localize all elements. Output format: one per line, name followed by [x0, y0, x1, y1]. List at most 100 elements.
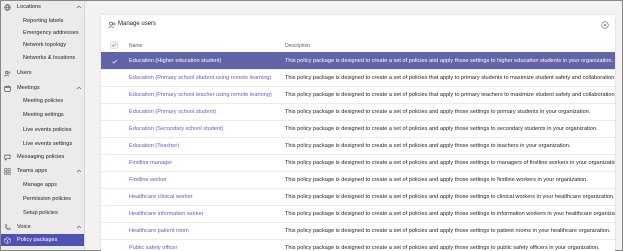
- users-icon: [108, 21, 116, 29]
- sidebar-item-emergency-addresses[interactable]: Emergency addresses: [1, 27, 84, 39]
- sidebar-item-reporting-labels[interactable]: Reporting labels: [1, 15, 84, 27]
- table-row[interactable]: Education (Higher education student) This…: [101, 52, 615, 69]
- chevron-up-icon[interactable]: [76, 4, 82, 10]
- row-checkbox[interactable]: [111, 126, 118, 133]
- table-row[interactable]: Education (Primary school teacher using …: [101, 86, 615, 103]
- package-name-link[interactable]: Healthcare patient room: [129, 228, 189, 234]
- sidebar-item-label: Teams apps: [17, 168, 48, 174]
- sidebar-item-locations[interactable]: Locations: [1, 1, 84, 13]
- close-icon[interactable]: [601, 21, 609, 29]
- table-header: Name Description: [101, 40, 615, 52]
- sidebar-item-label: Live events settings: [23, 141, 73, 147]
- sidebar-item-meeting-settings[interactable]: Meeting settings: [1, 109, 84, 121]
- sidebar-item-meetings[interactable]: Meetings: [1, 82, 84, 94]
- column-header-name[interactable]: Name: [129, 43, 142, 49]
- table-row[interactable]: Public safety officer This policy package…: [101, 239, 615, 251]
- sidebar-item-label: Reporting labels: [23, 18, 64, 24]
- sidebar-item-users[interactable]: Users: [1, 67, 84, 79]
- chat-icon: [4, 154, 11, 161]
- table-row[interactable]: Healthcare information worker This policy…: [101, 205, 615, 222]
- table-row[interactable]: Education (Secondary school student) This…: [101, 120, 615, 137]
- package-description: This policy package is designed to creat…: [285, 177, 588, 183]
- users-icon: [4, 70, 11, 77]
- scrollbar[interactable]: [611, 52, 614, 251]
- apps-icon: [4, 167, 11, 175]
- sidebar-item-policy-packages[interactable]: Policy packages: [1, 234, 84, 246]
- sidebar-item-label: Meeting policies: [23, 98, 64, 104]
- sidebar-item-live-events-settings[interactable]: Live events settings: [1, 138, 84, 150]
- calendar-icon: [4, 85, 11, 92]
- row-checkbox[interactable]: [111, 245, 118, 251]
- row-checkbox-checked[interactable]: [111, 58, 118, 65]
- panel-title: Manage users: [118, 21, 157, 27]
- sidebar-item-live-events-policies[interactable]: Live events policies: [1, 124, 84, 136]
- package-name-link[interactable]: Public safety officer: [129, 245, 177, 251]
- package-name-link[interactable]: Healthcare clinical worker: [129, 194, 193, 200]
- table-row[interactable]: Healthcare patient room This policy packa…: [101, 222, 615, 239]
- sidebar-item-label: Live events policies: [23, 127, 72, 133]
- package-name-link[interactable]: Healthcare information worker: [129, 211, 204, 217]
- sidebar-item-network-topology[interactable]: Network topology: [1, 39, 84, 51]
- package-name-link[interactable]: Education (Higher education student): [129, 58, 221, 64]
- column-header-description[interactable]: Description: [285, 43, 310, 49]
- row-checkbox[interactable]: [111, 211, 118, 218]
- globe-icon: [4, 3, 11, 11]
- package-description: This policy package is designed to creat…: [285, 58, 614, 64]
- left-navigation: Locations Reporting labels Emergency addre…: [1, 1, 85, 250]
- sidebar-item-label: Messaging policies: [17, 154, 65, 160]
- sidebar-item-meeting-policies[interactable]: Meeting policies: [1, 95, 84, 107]
- table-row[interactable]: Firstline manager This policy package is …: [101, 154, 615, 171]
- sidebar-item-label: Policy packages: [17, 237, 58, 243]
- row-checkbox[interactable]: [111, 75, 118, 82]
- package-description: This policy package is designed to creat…: [285, 109, 591, 115]
- package-name-link[interactable]: Education (Secondary school student): [129, 126, 224, 132]
- package-description: This policy package is designed to creat…: [285, 143, 571, 149]
- sidebar-item-label: Network topology: [23, 42, 67, 48]
- sidebar-item-manage-apps[interactable]: Manage apps: [1, 179, 84, 191]
- sidebar-item-label: Meetings: [17, 85, 40, 91]
- package-icon: [4, 236, 11, 244]
- sidebar-item-voice[interactable]: Voice: [1, 221, 84, 233]
- table-row[interactable]: Firstline worker This policy package is d…: [101, 171, 615, 188]
- sidebar-item-label: Permission policies: [23, 196, 71, 202]
- table-row[interactable]: Education (Primary school student using …: [101, 69, 615, 86]
- package-name-link[interactable]: Education (Primary school teacher using …: [129, 92, 272, 98]
- row-checkbox[interactable]: [111, 143, 118, 150]
- package-description: This policy package is designed to creat…: [285, 228, 611, 234]
- sidebar-item-label: Manage apps: [23, 182, 57, 188]
- sidebar-item-label: Networks & locations: [23, 55, 76, 61]
- row-checkbox[interactable]: [111, 109, 118, 116]
- row-checkbox[interactable]: [111, 228, 118, 235]
- package-name-link[interactable]: Firstline worker: [129, 177, 167, 183]
- package-name-link[interactable]: Firstline manager: [129, 160, 172, 166]
- sidebar-item-networks-locations[interactable]: Networks & locations: [1, 52, 84, 64]
- sidebar-item-label: Voice: [17, 224, 31, 230]
- table-row[interactable]: Education (Primary school student) This p…: [101, 103, 615, 120]
- package-description: This policy package is designed to creat…: [285, 126, 598, 132]
- package-description: This policy package is designed to creat…: [285, 75, 615, 81]
- sidebar-item-permission-policies[interactable]: Permission policies: [1, 193, 84, 205]
- chevron-up-icon[interactable]: [76, 168, 82, 174]
- row-checkbox[interactable]: [111, 177, 118, 184]
- sidebar-item-messaging-policies[interactable]: Messaging policies: [1, 151, 84, 163]
- sidebar-item-label: Setup policies: [23, 210, 58, 216]
- row-checkbox[interactable]: [111, 160, 118, 167]
- package-name-link[interactable]: Education (Primary school student): [129, 109, 216, 115]
- row-checkbox[interactable]: [111, 194, 118, 201]
- chevron-up-icon[interactable]: [76, 224, 82, 230]
- package-description: This policy package is designed to creat…: [285, 245, 600, 251]
- manage-users-panel: Manage users Name Description Education …: [101, 15, 615, 251]
- sidebar-item-label: Meeting settings: [23, 112, 64, 118]
- sidebar-item-teams-apps[interactable]: Teams apps: [1, 165, 84, 177]
- package-description: This policy package is designed to creat…: [285, 160, 615, 166]
- table-row[interactable]: Education (Teacher) This policy package i…: [101, 137, 615, 154]
- sidebar-item-setup-policies[interactable]: Setup policies: [1, 207, 84, 219]
- sidebar-item-label: Locations: [17, 4, 41, 10]
- package-description: This policy package is designed to creat…: [285, 194, 615, 200]
- table-row[interactable]: Healthcare clinical worker This policy pa…: [101, 188, 615, 205]
- row-checkbox[interactable]: [111, 92, 118, 99]
- chevron-up-icon[interactable]: [76, 85, 82, 91]
- package-name-link[interactable]: Education (Primary school student using …: [129, 75, 271, 81]
- package-name-link[interactable]: Education (Teacher): [129, 143, 179, 149]
- select-all-checkbox[interactable]: [110, 41, 118, 49]
